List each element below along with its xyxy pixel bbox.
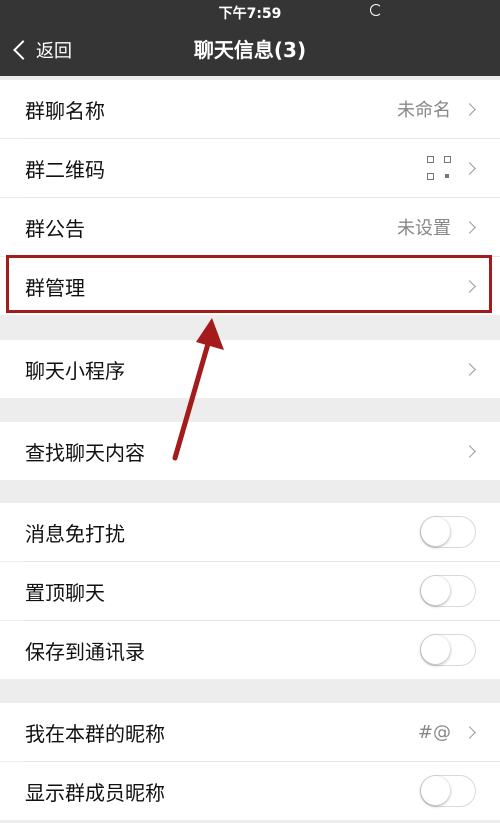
status-time: 下午7:59 <box>218 6 282 22</box>
row-label: 保存到通讯录 <box>25 639 145 664</box>
row-group-manage[interactable]: 群管理 <box>0 257 500 315</box>
row-label: 显示群成员昵称 <box>25 780 165 805</box>
row-show-nicknames: 显示群成员昵称 <box>0 762 500 820</box>
mute-toggle[interactable] <box>420 516 476 548</box>
chevron-right-icon <box>463 362 476 376</box>
do-not-disturb-icon <box>370 4 382 16</box>
row-label: 群公告 <box>25 216 85 241</box>
save-contacts-toggle[interactable] <box>420 634 476 666</box>
row-label: 群管理 <box>25 275 85 300</box>
pin-toggle[interactable] <box>420 575 476 607</box>
chevron-right-icon <box>463 444 476 458</box>
chevron-right-icon <box>463 220 476 234</box>
qr-code-icon <box>427 156 451 180</box>
status-bar: 下午7:59 <box>0 0 500 24</box>
chevron-right-icon <box>463 161 476 175</box>
row-label: 群二维码 <box>25 157 105 182</box>
row-pin: 置顶聊天 <box>0 562 500 620</box>
row-value: #@ <box>417 721 451 743</box>
nav-bar: 返回 聊天信息(3) <box>0 24 500 76</box>
row-label: 置顶聊天 <box>25 580 105 605</box>
chevron-right-icon <box>463 725 476 739</box>
show-nicknames-toggle[interactable] <box>420 775 476 807</box>
page-title: 聊天信息(3) <box>193 38 307 62</box>
chevron-right-icon <box>463 279 476 293</box>
row-label: 消息免打扰 <box>25 521 125 546</box>
row-search-content[interactable]: 查找聊天内容 <box>0 422 500 480</box>
row-label: 查找聊天内容 <box>25 440 145 465</box>
row-group-name[interactable]: 群聊名称 未命名 <box>0 80 500 138</box>
row-label: 聊天小程序 <box>25 358 125 383</box>
row-value: 未命名 <box>397 100 451 121</box>
row-label: 我在本群的昵称 <box>25 721 165 746</box>
row-mute: 消息免打扰 <box>0 503 500 561</box>
row-my-nickname[interactable]: 我在本群的昵称 #@ <box>0 703 500 761</box>
row-announcement[interactable]: 群公告 未设置 <box>0 198 500 256</box>
row-mini-programs[interactable]: 聊天小程序 <box>0 340 500 398</box>
row-qr-code[interactable]: 群二维码 <box>0 139 500 197</box>
chevron-right-icon <box>463 102 476 116</box>
row-label: 群聊名称 <box>25 98 105 123</box>
row-value: 未设置 <box>397 218 451 239</box>
row-save-contacts: 保存到通讯录 <box>0 621 500 679</box>
